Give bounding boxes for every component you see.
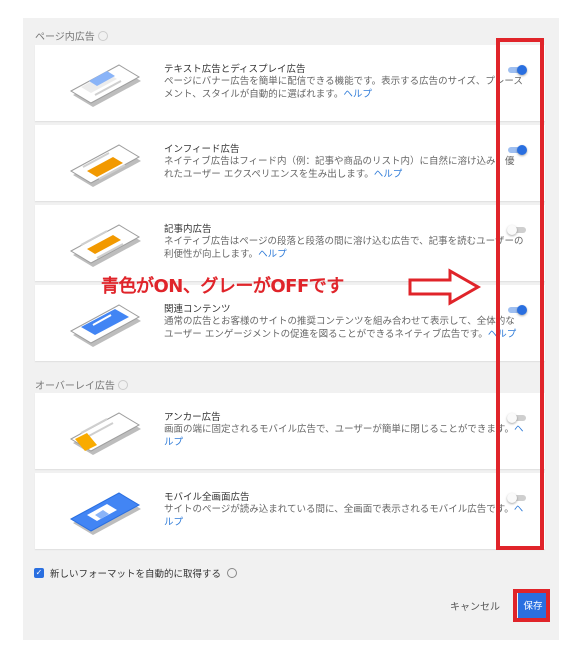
card-title: アンカー広告 xyxy=(164,412,221,423)
card-description: 通常の広告とお客様のサイトの推奨コンテンツを組み合わせて表示して、全体的なユーザ… xyxy=(164,316,517,340)
help-icon[interactable] xyxy=(227,568,238,578)
ad-card-infeed: インフィード広告 ネイティブ広告はフィード内（例：記事や商品のリスト内）に自然に… xyxy=(35,125,545,201)
infeed-ad-illustration-icon xyxy=(69,144,141,187)
annotation-save-highlight-box xyxy=(513,589,550,622)
card-description: ページにバナー広告を簡単に配信できる機能です。表示する広告のサイズ、プレースメン… xyxy=(164,76,523,100)
card-description: 画面の端に固定されるモバイル広告で、ユーザーが簡単に閉じることができます。ヘルプ xyxy=(164,424,524,448)
card-title: テキスト広告とディスプレイ広告 xyxy=(164,64,306,75)
in-article-ad-illustration-icon xyxy=(69,224,141,267)
card-description: ネイティブ広告はフィード内（例：記事や商品のリスト内）に自然に溶け込み、優れたユ… xyxy=(164,156,515,180)
vignette-ad-illustration-icon xyxy=(69,492,141,535)
card-title: 記事内広告 xyxy=(164,224,212,235)
card-description: ネイティブ広告はページの段落と段落の間に溶け込む広告で、記事を読むユーザーの利便… xyxy=(164,236,524,260)
ad-card-vignette: モバイル全画面広告 サイトのページが読み込まれている間に、全画面で表示されるモバ… xyxy=(35,473,545,549)
auto-format-row[interactable]: ✓ 新しいフォーマットを自動的に取得する xyxy=(34,566,238,580)
related-content-ad-illustration-icon xyxy=(69,304,141,347)
card-title: 関連コンテンツ xyxy=(164,304,231,315)
section-label-page-ads: ページ内広告 xyxy=(35,28,108,43)
help-icon[interactable] xyxy=(97,30,108,41)
help-link[interactable]: ヘルプ xyxy=(374,169,403,180)
card-description: サイトのページが読み込まれている間に、全画面で表示されるモバイル広告です。ヘルプ xyxy=(164,504,524,528)
ad-card-text-display: テキスト広告とディスプレイ広告 ページにバナー広告を簡単に配信できる機能です。表… xyxy=(35,45,545,121)
annotation-text: 青色がON、グレーがOFFです xyxy=(101,276,344,297)
help-link[interactable]: ヘルプ xyxy=(258,249,287,260)
text-display-ad-illustration-icon xyxy=(69,64,141,107)
help-link[interactable]: ヘルプ xyxy=(343,89,372,100)
ad-card-anchor: アンカー広告 画面の端に固定されるモバイル広告で、ユーザーが簡単に閉じることがで… xyxy=(35,393,545,469)
auto-format-label: 新しいフォーマットを自動的に取得する xyxy=(50,569,222,580)
card-title: モバイル全画面広告 xyxy=(164,492,250,503)
annotation-toggle-highlight-box xyxy=(496,38,544,550)
card-title: インフィード広告 xyxy=(164,144,240,155)
cancel-button[interactable]: キャンセル xyxy=(450,598,500,613)
help-icon[interactable] xyxy=(117,379,128,390)
anchor-ad-illustration-icon xyxy=(69,412,141,455)
annotation-arrow-icon xyxy=(408,268,482,306)
auto-format-checkbox[interactable]: ✓ xyxy=(34,568,44,578)
section-label-overlay-ads: オーバーレイ広告 xyxy=(35,377,128,392)
